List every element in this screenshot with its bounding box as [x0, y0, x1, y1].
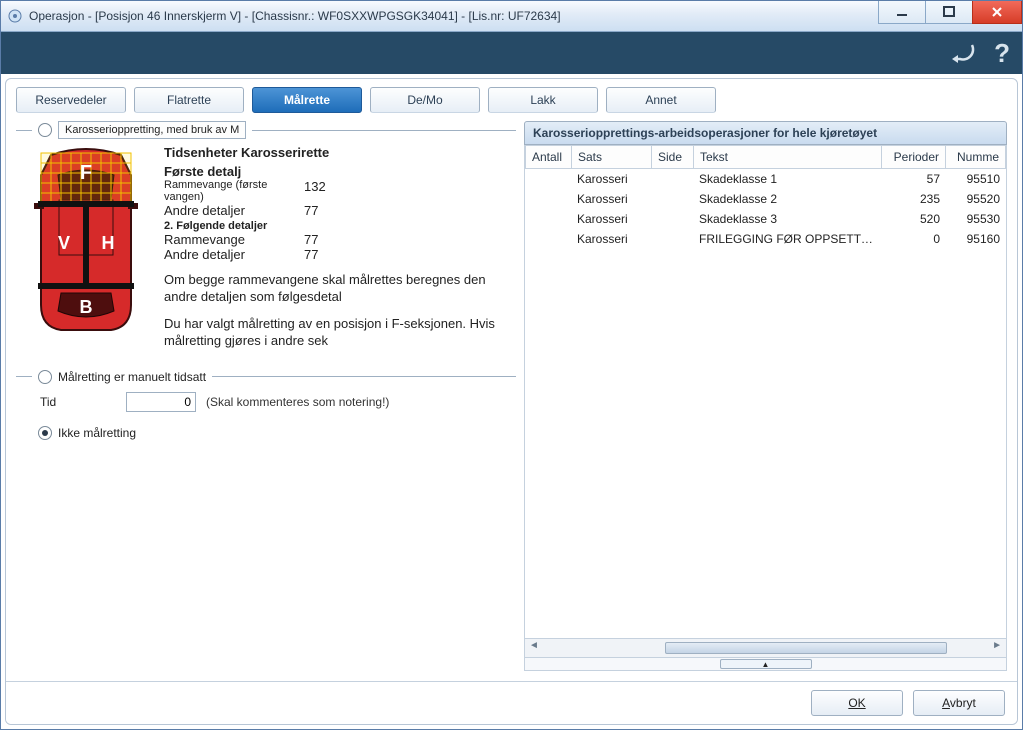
row2-label: Andre detaljer [164, 203, 304, 218]
tab-lakk[interactable]: Lakk [488, 87, 598, 113]
group2-legend: Målretting er manuelt tidsatt [58, 370, 206, 384]
split-handle[interactable]: ▲ [525, 657, 1006, 670]
tab-malrette[interactable]: Målrette [252, 87, 362, 113]
left-body: F V H B Tidsenheter Karosserirette Først… [16, 145, 516, 350]
group-legend-label: Karosserioppretting, med bruk av M [58, 121, 246, 139]
zone-b-label: B [80, 297, 93, 317]
app-icon [7, 8, 23, 24]
table-row[interactable]: KarosseriSkadeklasse 223595520 [525, 189, 1006, 209]
tab-demo[interactable]: De/Mo [370, 87, 480, 113]
radio-none[interactable] [38, 426, 52, 440]
row1-label: Rammevange (første vangen) [164, 179, 304, 203]
col-sats[interactable]: Sats [572, 146, 652, 169]
horizontal-scrollbar[interactable]: ◄ ► [525, 638, 1006, 657]
row1-value: 132 [304, 179, 344, 203]
right-column: Karosseriopprettings-arbeidsoperasjoner … [524, 121, 1007, 671]
titlebar: Operasjon - [Posisjon 46 Innerskjerm V] … [1, 1, 1022, 32]
col-antall[interactable]: Antall [526, 146, 572, 169]
tab-annet[interactable]: Annet [606, 87, 716, 113]
row2-value: 77 [304, 203, 344, 218]
scroll-left-icon[interactable]: ◄ [529, 640, 539, 651]
col-side[interactable]: Side [652, 146, 694, 169]
ok-label: OK [848, 696, 865, 710]
tab-label: Reservedeler [35, 93, 106, 107]
group-manual: Målretting er manuelt tidsatt Tid (Skal … [16, 370, 516, 440]
scroll-thumb[interactable] [665, 642, 947, 654]
row4-label: Andre detaljer [164, 247, 304, 262]
table-row[interactable]: KarosseriFRILEGGING FØR OPPSETT I BENK -… [525, 229, 1006, 249]
row3-value: 77 [304, 232, 344, 247]
table-row[interactable]: KarosseriSkadeklasse 352095530 [525, 209, 1006, 229]
second-detail-label: 2. Følgende detaljer [164, 221, 516, 232]
inner-panel: Reservedeler Flatrette Målrette De/Mo La… [5, 78, 1018, 725]
tabs: Reservedeler Flatrette Målrette De/Mo La… [6, 79, 1017, 113]
tab-flatrette[interactable]: Flatrette [134, 87, 244, 113]
zone-v-label: V [58, 233, 70, 253]
tab-reservedeler[interactable]: Reservedeler [16, 87, 126, 113]
right-panel-title: Karosseriopprettings-arbeidsoperasjoner … [524, 121, 1007, 145]
grid-rows-table: KarosseriSkadeklasse 15795510KarosseriSk… [525, 169, 1006, 249]
first-detail-label: Første detalj [164, 164, 516, 179]
tab-label: Målrette [284, 93, 330, 107]
window-controls [878, 1, 1022, 24]
col-perioder[interactable]: Perioder [882, 146, 946, 169]
note1: Om begge rammevangene skal målrettes ber… [164, 272, 516, 306]
ribbon: ? [1, 32, 1022, 74]
col-nummer[interactable]: Numme [946, 146, 1006, 169]
close-button[interactable] [972, 1, 1022, 24]
row3-label: Rammevange [164, 232, 304, 247]
details: Tidsenheter Karosserirette Første detalj… [164, 145, 516, 350]
ok-button[interactable]: OK [811, 690, 903, 716]
tab-label: Annet [645, 93, 676, 107]
col-tekst[interactable]: Tekst [694, 146, 882, 169]
cancel-button[interactable]: Avbryt [913, 690, 1005, 716]
tid-input[interactable] [126, 392, 196, 412]
scroll-right-icon[interactable]: ► [992, 640, 1002, 651]
maximize-button[interactable] [925, 1, 973, 24]
group-karosseri: Karosserioppretting, med bruk av M [16, 121, 516, 139]
help-icon[interactable]: ? [994, 38, 1010, 69]
collapse-up-icon[interactable]: ▲ [720, 659, 812, 669]
radio-karosseri[interactable] [38, 123, 52, 137]
radio-manual[interactable] [38, 370, 52, 384]
car-diagram: F V H B [16, 145, 156, 350]
row4-value: 77 [304, 247, 344, 262]
grid-table: Antall Sats Side Tekst Perioder Numme [525, 145, 1006, 169]
left-column: Karosserioppretting, med bruk av M [16, 121, 516, 671]
grid-body[interactable]: KarosseriSkadeklasse 15795510KarosseriSk… [525, 169, 1006, 638]
none-label: Ikke målretting [58, 426, 136, 440]
tab-label: De/Mo [407, 93, 442, 107]
note2: Du har valgt målretting av en posisjon i… [164, 316, 516, 350]
zone-f-label: F [80, 162, 92, 184]
tid-hint: (Skal kommenteres som notering!) [206, 395, 389, 409]
zone-h-label: H [102, 233, 115, 253]
window-title: Operasjon - [Posisjon 46 Innerskjerm V] … [29, 9, 878, 23]
footer: OK Avbryt [6, 681, 1017, 724]
minimize-button[interactable] [878, 1, 926, 24]
tab-label: Lakk [530, 93, 555, 107]
tab-label: Flatrette [167, 93, 211, 107]
app-window: Operasjon - [Posisjon 46 Innerskjerm V] … [0, 0, 1023, 730]
undo-icon[interactable] [950, 41, 978, 66]
tid-label: Tid [16, 395, 116, 409]
grid: Antall Sats Side Tekst Perioder Numme [524, 145, 1007, 671]
table-row[interactable]: KarosseriSkadeklasse 15795510 [525, 169, 1006, 189]
content: Karosserioppretting, med bruk av M [6, 113, 1017, 681]
details-header: Tidsenheter Karosserirette [164, 145, 516, 160]
